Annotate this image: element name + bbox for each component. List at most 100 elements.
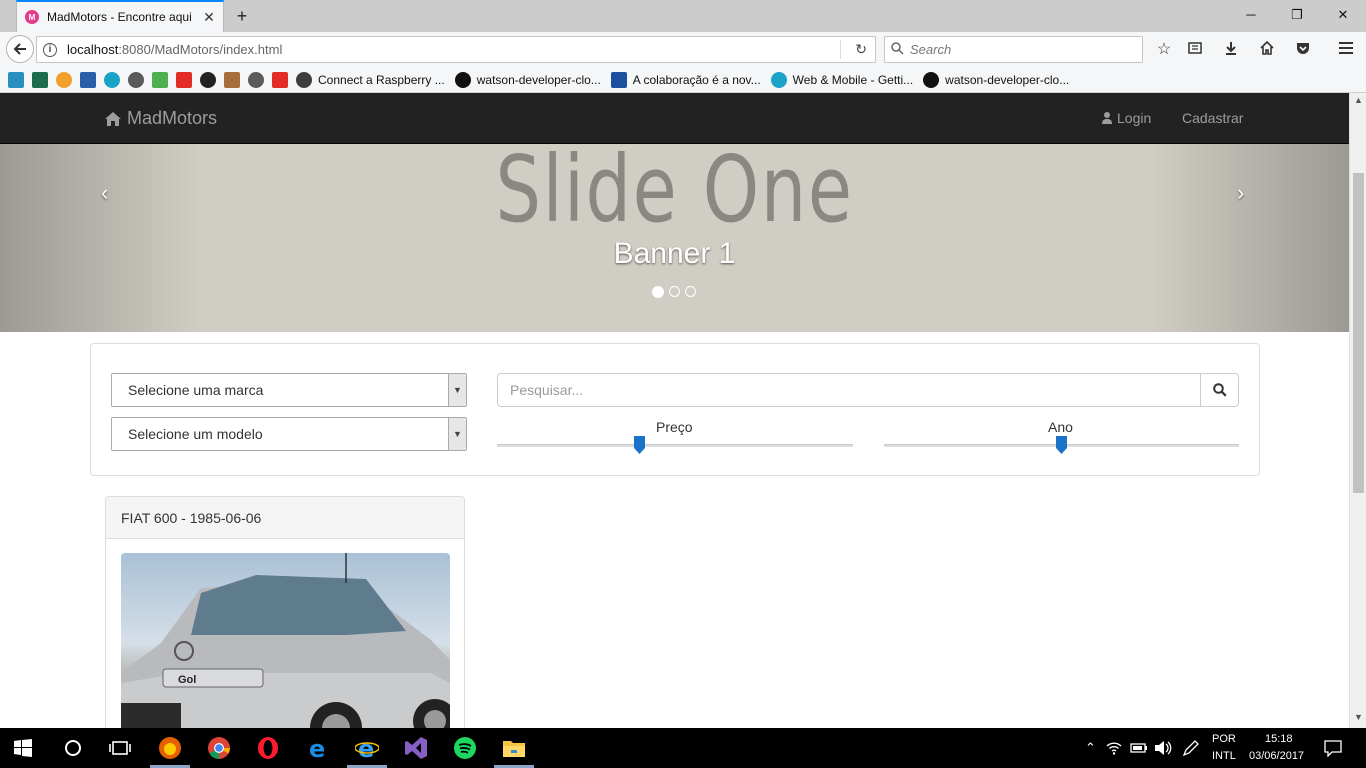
browser-search-placeholder: Search bbox=[910, 42, 952, 57]
listing-title: FIAT 600 - 1985-06-06 bbox=[106, 497, 464, 539]
file-explorer-icon[interactable] bbox=[502, 736, 526, 760]
task-view-icon[interactable] bbox=[108, 736, 132, 760]
input-language-top[interactable]: POR bbox=[1212, 733, 1236, 745]
bookmark-avatar-icon[interactable] bbox=[224, 72, 240, 88]
edge-icon[interactable]: e bbox=[306, 736, 330, 760]
close-tab-icon[interactable]: ✕ bbox=[201, 9, 217, 25]
carousel-next-icon[interactable]: › bbox=[1237, 180, 1244, 206]
bookmark-item[interactable]: watson-developer-clo... bbox=[454, 72, 601, 88]
internet-explorer-icon[interactable]: e bbox=[355, 736, 379, 760]
price-slider-track[interactable] bbox=[497, 444, 853, 447]
raspberry-icon bbox=[296, 72, 312, 88]
banner-carousel: Slide One Banner 1 ‹ › bbox=[0, 144, 1349, 332]
bookmark-yl-icon[interactable] bbox=[32, 72, 48, 88]
page-scrollbar[interactable]: ▲ ▼ bbox=[1349, 93, 1366, 728]
menu-hamburger-icon[interactable] bbox=[1336, 40, 1356, 60]
svg-text:e: e bbox=[309, 736, 325, 760]
search-icon bbox=[1212, 383, 1227, 397]
filter-panel: Selecione uma marca ▼ Selecione um model… bbox=[90, 343, 1260, 476]
bookmark-slack-icon[interactable] bbox=[56, 72, 72, 88]
restore-window-button[interactable]: ❐ bbox=[1274, 0, 1320, 30]
bookmark-item[interactable]: Connect a Raspberry ... bbox=[296, 72, 445, 88]
bookmark-bike-icon[interactable] bbox=[128, 72, 144, 88]
bookmark-item[interactable]: Web & Mobile - Getti... bbox=[770, 72, 913, 88]
windows-start-icon[interactable] bbox=[14, 739, 32, 757]
bookmark-w3-icon[interactable] bbox=[152, 72, 168, 88]
clock-time[interactable]: 15:18 bbox=[1265, 733, 1293, 745]
bookmark-web-icon[interactable] bbox=[104, 72, 120, 88]
carousel-indicator-dot[interactable] bbox=[669, 286, 680, 297]
chevron-down-icon: ▼ bbox=[448, 374, 466, 406]
bookmark-youtube-icon[interactable] bbox=[272, 72, 288, 88]
carousel-prev-icon[interactable]: ‹ bbox=[101, 180, 108, 206]
firefox-icon[interactable] bbox=[158, 736, 182, 760]
bookmark-bike-icon[interactable] bbox=[248, 72, 264, 88]
new-tab-button[interactable]: + bbox=[232, 6, 252, 26]
github-icon bbox=[923, 72, 940, 88]
year-slider-thumb[interactable] bbox=[1056, 436, 1067, 454]
search-input[interactable]: Pesquisar... bbox=[497, 373, 1201, 407]
site-info-icon[interactable]: i bbox=[43, 42, 57, 57]
wifi-icon[interactable] bbox=[1106, 740, 1122, 756]
pen-ink-icon[interactable] bbox=[1182, 739, 1200, 757]
carousel-indicator-dot[interactable] bbox=[685, 286, 696, 297]
svg-text:e: e bbox=[358, 736, 374, 760]
car-plate-text: Gol bbox=[178, 674, 196, 686]
volume-icon[interactable] bbox=[1154, 740, 1172, 756]
bookmark-item[interactable]: watson-developer-clo... bbox=[923, 72, 1069, 88]
bookmark-teams-icon[interactable] bbox=[80, 72, 96, 88]
github-icon bbox=[454, 72, 471, 88]
close-window-button[interactable]: ✕ bbox=[1320, 0, 1366, 30]
cortana-search-icon[interactable] bbox=[61, 736, 85, 760]
bookmark-item[interactable]: A colaboração é a nov... bbox=[610, 72, 761, 88]
listing-card[interactable]: FIAT 600 - 1985-06-06 Gol bbox=[105, 496, 465, 728]
carousel-indicator-dot[interactable] bbox=[652, 286, 664, 298]
url-bar[interactable]: i localhost:8080/MadMotors/index.html ↻ bbox=[36, 36, 876, 63]
pocket-icon[interactable] bbox=[1293, 40, 1313, 60]
bookmark-v-icon[interactable] bbox=[8, 72, 24, 88]
brand-name: MadMotors bbox=[127, 108, 218, 128]
price-slider-thumb[interactable] bbox=[633, 436, 645, 454]
scroll-thumb[interactable] bbox=[1353, 173, 1364, 493]
tray-chevron-icon[interactable]: ⌃ bbox=[1085, 740, 1096, 756]
bookmark-label: A colaboração é a nov... bbox=[632, 73, 761, 87]
model-select[interactable]: Selecione um modelo ▼ bbox=[111, 417, 467, 451]
clock-date[interactable]: 03/06/2017 bbox=[1249, 750, 1304, 762]
car-illustration: Gol bbox=[121, 553, 450, 728]
car-photo[interactable]: Gol bbox=[121, 553, 450, 728]
visual-studio-icon[interactable] bbox=[404, 736, 428, 760]
bookmark-star-icon[interactable]: ☆ bbox=[1154, 40, 1174, 60]
download-icon[interactable] bbox=[1221, 40, 1241, 60]
battery-icon[interactable] bbox=[1130, 740, 1148, 756]
chrome-icon[interactable] bbox=[207, 736, 231, 760]
tab-title: MadMotors - Encontre aqui bbox=[47, 10, 192, 24]
page-viewport: MadMotors Login Cadastrar Slide One Bann… bbox=[0, 93, 1349, 728]
home-icon[interactable] bbox=[1257, 40, 1277, 60]
opera-icon[interactable] bbox=[256, 736, 280, 760]
year-label: Ano bbox=[1048, 419, 1073, 435]
browser-tab-active[interactable]: M MadMotors - Encontre aqui ✕ bbox=[16, 0, 224, 32]
reading-list-icon[interactable] bbox=[1185, 40, 1205, 60]
scroll-down-icon[interactable]: ▼ bbox=[1350, 712, 1366, 726]
reload-icon[interactable]: ↻ bbox=[855, 41, 867, 58]
user-icon bbox=[1102, 112, 1112, 124]
minimize-window-button[interactable]: ─ bbox=[1228, 0, 1274, 30]
notification-center-icon[interactable] bbox=[1324, 739, 1342, 757]
brand-select[interactable]: Selecione uma marca ▼ bbox=[111, 373, 467, 407]
scroll-up-icon[interactable]: ▲ bbox=[1350, 95, 1366, 109]
input-language-bottom[interactable]: INTL bbox=[1212, 750, 1236, 762]
bookmark-label: watson-developer-clo... bbox=[945, 73, 1070, 87]
url-divider bbox=[840, 40, 841, 59]
browser-search-input[interactable]: Search bbox=[884, 36, 1143, 63]
bookmark-youtube-icon[interactable] bbox=[176, 72, 192, 88]
brand-link[interactable]: MadMotors bbox=[105, 108, 217, 129]
browser-toolbar: i localhost:8080/MadMotors/index.html ↻ … bbox=[0, 32, 1366, 68]
bookmark-github-icon[interactable] bbox=[200, 72, 216, 88]
search-button[interactable] bbox=[1200, 373, 1239, 407]
chevron-down-icon: ▼ bbox=[448, 418, 466, 450]
register-link[interactable]: Cadastrar bbox=[1182, 110, 1243, 126]
login-link[interactable]: Login bbox=[1102, 110, 1151, 126]
spotify-icon[interactable] bbox=[453, 736, 477, 760]
back-button[interactable] bbox=[6, 35, 34, 63]
home-icon bbox=[105, 111, 121, 126]
